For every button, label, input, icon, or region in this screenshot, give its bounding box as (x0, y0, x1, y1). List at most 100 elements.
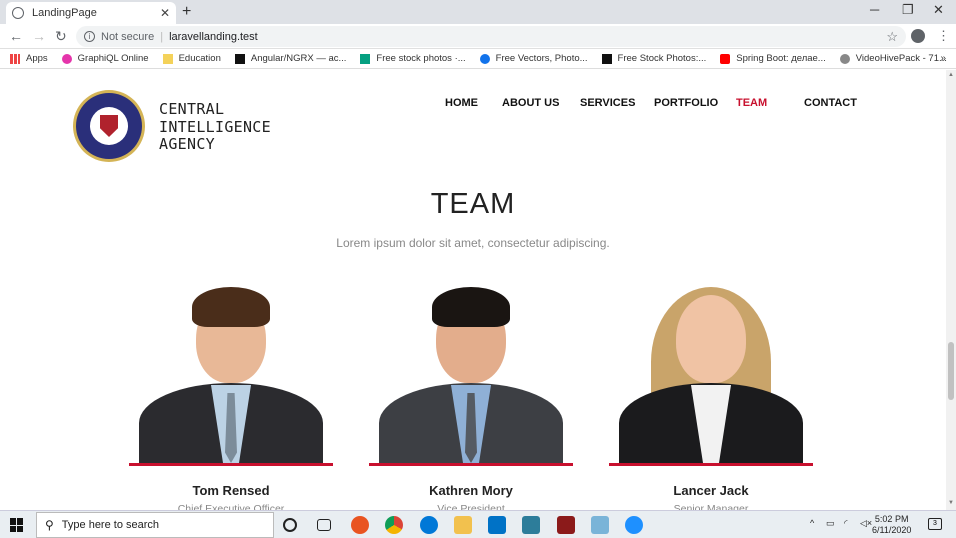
nav-contact[interactable]: CONTACT (804, 97, 857, 109)
tray-chevron-icon[interactable]: ^ (810, 518, 814, 528)
bookmarks-overflow-icon[interactable]: » (940, 53, 946, 64)
paint-icon[interactable] (591, 516, 609, 534)
bookmark-burst[interactable]: Free Stock Photos:... (601, 53, 707, 64)
logo-ring (76, 93, 142, 159)
tab-title: LandingPage (32, 7, 97, 19)
section-title: TEAM (430, 188, 516, 220)
accent-underline (609, 463, 813, 466)
section-subtitle: Lorem ipsum dolor sit amet, consectetur … (336, 236, 610, 250)
youtube-icon (720, 53, 731, 64)
logo-center (90, 107, 128, 145)
close-tab-icon[interactable]: ✕ (160, 6, 170, 20)
browser-tab[interactable]: LandingPage ✕ (6, 2, 176, 24)
clock-date: 6/11/2020 (872, 525, 912, 535)
medium-icon (234, 53, 245, 64)
bookmark-label: GraphiQL Online (77, 53, 149, 64)
ubuntu-icon[interactable] (351, 516, 369, 534)
scroll-down-icon[interactable]: ▼ (948, 500, 954, 506)
bookmark-label: Education (178, 53, 221, 64)
bookmark-spring[interactable]: Spring Boot: делае... (720, 53, 826, 64)
windows-start-icon[interactable] (10, 518, 24, 532)
file-explorer-icon[interactable] (454, 516, 472, 534)
bookmark-pexels[interactable]: Free stock photos ·... (360, 53, 466, 64)
task-view-icon[interactable] (317, 519, 331, 531)
team-member-card[interactable]: Kathren Mory Vice President (369, 285, 573, 510)
scroll-thumb[interactable] (948, 342, 954, 400)
edge-icon[interactable] (420, 516, 438, 534)
chrome-icon[interactable] (385, 516, 403, 534)
search-placeholder: Type here to search (61, 519, 160, 531)
tab-strip: LandingPage ✕ + ─ ❐ ✕ (0, 0, 956, 24)
member-photo (369, 285, 573, 463)
accent-underline (369, 463, 573, 466)
bookmarks-bar: Apps GraphiQL Online Education Angular/N… (0, 49, 956, 69)
battery-icon[interactable]: ▭ (826, 518, 835, 529)
bookmark-label: Angular/NGRX — ас... (250, 53, 347, 64)
hair (192, 287, 270, 327)
member-photo (129, 285, 333, 463)
bookmark-apps[interactable]: Apps (10, 53, 48, 64)
back-icon[interactable]: ← (9, 28, 23, 44)
cia-logo[interactable] (73, 90, 145, 162)
clock-time: 5:02 PM (874, 514, 909, 524)
globe-icon (12, 7, 24, 19)
member-name: Kathren Mory (429, 483, 513, 498)
bookmark-label: Free stock photos ·... (376, 53, 466, 64)
close-window-button[interactable]: ✕ (933, 2, 944, 18)
menu-icon[interactable]: ⋮ (937, 28, 950, 44)
app-icon[interactable] (522, 516, 540, 534)
star-icon[interactable]: ☆ (886, 29, 898, 45)
brand-line-2: INTELLIGENCE (159, 117, 271, 136)
bookmark-label: Spring Boot: делае... (736, 53, 826, 64)
mail-icon[interactable] (488, 516, 506, 534)
bookmark-label: Free Stock Photos:... (617, 53, 707, 64)
member-name: Tom Rensed (192, 483, 270, 498)
browser-toolbar: ← → ↻ i Not secure | laravellanding.test… (0, 24, 956, 49)
url-text[interactable]: laravellanding.test (169, 31, 258, 43)
bookmark-videohive[interactable]: VideoHivePack - 71... (839, 53, 947, 64)
volume-icon[interactable]: ◁× (860, 518, 872, 529)
scroll-up-icon[interactable]: ▲ (948, 72, 954, 78)
team-member-card[interactable]: Tom Rensed Chief Executive Officer (129, 285, 333, 510)
address-bar[interactable]: i Not secure | laravellanding.test ☆ (76, 26, 906, 47)
winrar-icon[interactable] (557, 516, 575, 534)
videohive-icon (839, 53, 850, 64)
member-role: Senior Manager (673, 503, 749, 510)
url-separator: | (160, 30, 164, 43)
wifi-icon[interactable]: ◜ (844, 518, 848, 529)
profile-icon[interactable] (911, 29, 925, 43)
info-icon[interactable]: i (84, 31, 95, 42)
clock[interactable]: 5:02 PM 6/11/2020 (872, 514, 911, 536)
folder-icon (162, 53, 173, 64)
notification-icon[interactable]: 3 (928, 518, 942, 530)
reload-icon[interactable]: ↻ (55, 28, 67, 45)
page-scrollbar[interactable]: ▲ ▼ (946, 70, 956, 510)
forward-icon[interactable]: → (32, 28, 46, 44)
bookmark-angular[interactable]: Angular/NGRX — ас... (234, 53, 347, 64)
brand-name[interactable]: CENTRAL INTELLIGENCE AGENCY (159, 100, 271, 154)
taskbar-search[interactable]: ⚲ Type here to search (36, 512, 274, 538)
nav-about-us[interactable]: ABOUT US (502, 97, 559, 109)
bookmark-label: VideoHivePack - 71... (855, 53, 947, 64)
freepik-icon (479, 53, 490, 64)
nav-portfolio[interactable]: PORTFOLIO (654, 97, 718, 109)
nav-services[interactable]: SERVICES (580, 97, 635, 109)
bookmark-education[interactable]: Education (162, 53, 221, 64)
bookmark-graphiql[interactable]: GraphiQL Online (61, 53, 149, 64)
app-icon[interactable] (625, 516, 643, 534)
brand-line-3: AGENCY (159, 135, 215, 153)
nav-team[interactable]: TEAM (736, 97, 767, 109)
bookmark-freepik[interactable]: Free Vectors, Photo... (479, 53, 588, 64)
minimize-button[interactable]: ─ (870, 2, 879, 17)
member-role: Vice President (437, 503, 505, 510)
new-tab-button[interactable]: + (182, 3, 191, 21)
maximize-button[interactable]: ❐ (902, 2, 914, 18)
member-role: Chief Executive Officer (177, 503, 285, 510)
shield-icon (100, 115, 118, 137)
cortana-icon[interactable] (283, 518, 297, 532)
nav-home[interactable]: HOME (445, 97, 478, 109)
member-name: Lancer Jack (673, 483, 749, 498)
pexels-icon (360, 53, 371, 64)
bookmark-label: Apps (26, 53, 48, 64)
team-member-card[interactable]: Lancer Jack Senior Manager (609, 285, 813, 510)
